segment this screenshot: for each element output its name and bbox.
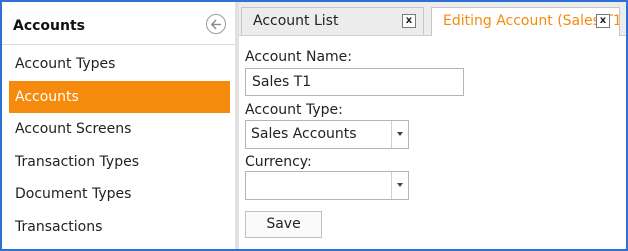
tab-label: Editing Account (Sales T1) — [443, 13, 620, 29]
close-icon[interactable]: x — [596, 14, 610, 28]
sidebar-item-transactions[interactable]: Transactions — [9, 211, 230, 243]
sidebar-title: Accounts — [13, 18, 86, 34]
account-type-select[interactable]: Sales Accounts — [245, 120, 409, 149]
tab-label: Account List — [253, 13, 339, 29]
account-edit-form: Account Name: Sales T1 Account Type: Sal… — [239, 36, 626, 249]
chevron-down-icon[interactable] — [391, 172, 408, 199]
sidebar-item-transaction-types[interactable]: Transaction Types — [9, 146, 230, 178]
currency-label: Currency: — [245, 154, 312, 170]
sidebar: Accounts Account Types Accounts Account … — [2, 2, 236, 249]
sidebar-item-account-types[interactable]: Account Types — [9, 48, 230, 80]
sidebar-item-document-types[interactable]: Document Types — [9, 178, 230, 210]
sidebar-item-accounts[interactable]: Accounts — [9, 81, 230, 113]
save-button[interactable]: Save — [245, 211, 322, 238]
sidebar-header: Accounts — [2, 2, 235, 45]
app-window: Accounts Account Types Accounts Account … — [0, 0, 628, 251]
account-name-field[interactable]: Sales T1 — [245, 68, 464, 96]
tab-bar: Account List x Editing Account (Sales T1… — [239, 2, 626, 36]
tab-account-list[interactable]: Account List x — [241, 7, 424, 35]
account-type-label: Account Type: — [245, 102, 343, 118]
account-name-label: Account Name: — [245, 49, 352, 65]
tab-editing-account[interactable]: Editing Account (Sales T1) x — [431, 7, 620, 36]
account-type-value: Sales Accounts — [251, 126, 357, 142]
close-icon[interactable]: x — [402, 14, 416, 28]
currency-select[interactable] — [245, 171, 409, 200]
chevron-down-icon[interactable] — [391, 121, 408, 148]
back-button[interactable] — [206, 14, 226, 34]
arrow-left-circle-icon — [210, 19, 221, 30]
sidebar-item-account-screens[interactable]: Account Screens — [9, 113, 230, 145]
